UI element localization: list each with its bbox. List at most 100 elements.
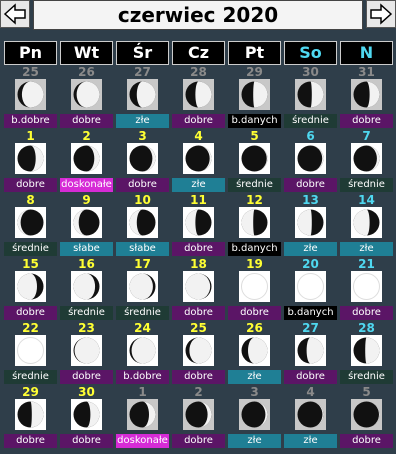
prev-month-button[interactable] [0, 0, 30, 28]
calendar-day-cell[interactable]: 13 złe [284, 194, 337, 258]
day-number: 16 [78, 257, 95, 271]
calendar-header: czerwiec 2020 [0, 0, 396, 32]
calendar-day-cell[interactable]: 22 średnie [4, 322, 57, 386]
day-number: 15 [22, 257, 39, 271]
day-number: 21 [358, 257, 375, 271]
day-rating-label: b.danych [228, 242, 281, 256]
calendar-day-cell[interactable]: 8 średnie [4, 194, 57, 258]
moon-phase-icon [183, 335, 214, 366]
day-number: 19 [246, 257, 263, 271]
calendar-day-cell[interactable]: 2 dobre [172, 386, 225, 450]
calendar-day-cell[interactable]: 31 dobre [340, 66, 393, 130]
calendar-day-cell[interactable]: 11 dobre [172, 194, 225, 258]
calendar-day-cell[interactable]: 14 złe [340, 194, 393, 258]
day-number: 2 [82, 129, 91, 143]
moon-phase-icon [295, 143, 326, 174]
calendar-day-cell[interactable]: 9 słabe [60, 194, 113, 258]
calendar-day-cell[interactable]: 12 b.danych [228, 194, 281, 258]
calendar-day-cell[interactable]: 29 b.danych [228, 66, 281, 130]
calendar-day-cell[interactable]: 17 średnie [116, 258, 169, 322]
day-rating-label: dobre [340, 114, 393, 128]
calendar-day-cell[interactable]: 27 złe [116, 66, 169, 130]
moon-phase-icon [239, 143, 270, 174]
day-number: 27 [134, 65, 151, 79]
day-number: 17 [134, 257, 151, 271]
day-rating-label: średnie [284, 114, 337, 128]
day-number: 27 [302, 321, 319, 335]
calendar-day-cell[interactable]: 5 średnie [228, 130, 281, 194]
day-number: 26 [246, 321, 263, 335]
calendar-day-cell[interactable]: 3 złe [228, 386, 281, 450]
day-number: 30 [302, 65, 319, 79]
day-rating-label: złe [228, 370, 281, 384]
calendar-day-cell[interactable]: 1 doskonałe [116, 386, 169, 450]
calendar-day-cell[interactable]: 10 słabe [116, 194, 169, 258]
calendar-day-cell[interactable]: 26 dobre [60, 66, 113, 130]
day-number: 13 [302, 193, 319, 207]
weekday-header-row: Pn Wt Śr Cz Pt So N [4, 41, 393, 65]
calendar-day-cell[interactable]: 15 dobre [4, 258, 57, 322]
day-number: 1 [26, 129, 35, 143]
day-number: 5 [362, 385, 371, 399]
moon-phase-icon [71, 79, 102, 110]
calendar-day-cell[interactable]: 1 dobre [4, 130, 57, 194]
calendar-day-cell[interactable]: 28 dobre [172, 66, 225, 130]
day-rating-label: dobre [172, 370, 225, 384]
day-number: 24 [134, 321, 151, 335]
calendar-day-cell[interactable]: 27 dobre [284, 322, 337, 386]
day-rating-label: dobre [60, 114, 113, 128]
calendar-day-cell[interactable]: 24 b.dobre [116, 322, 169, 386]
day-rating-label: b.dobre [4, 114, 57, 128]
day-rating-label: dobre [172, 306, 225, 320]
moon-phase-icon [15, 399, 46, 430]
moon-phase-icon [15, 79, 46, 110]
calendar-day-cell[interactable]: 21 dobre [340, 258, 393, 322]
calendar-day-cell[interactable]: 30 dobre [60, 386, 113, 450]
day-rating-label: dobre [284, 178, 337, 192]
moon-phase-icon [183, 271, 214, 302]
calendar-day-cell[interactable]: 23 dobre [60, 322, 113, 386]
calendar-day-cell[interactable]: 29 dobre [4, 386, 57, 450]
moon-phase-icon [15, 335, 46, 366]
day-rating-label: średnie [116, 306, 169, 320]
day-rating-label: dobre [340, 434, 393, 448]
calendar-day-cell[interactable]: 20 b.danych [284, 258, 337, 322]
moon-phase-icon [239, 271, 270, 302]
prev-arrow-icon [3, 3, 26, 25]
moon-phase-icon [127, 335, 158, 366]
day-number: 12 [246, 193, 263, 207]
calendar-day-cell[interactable]: 7 średnie [340, 130, 393, 194]
calendar-day-cell[interactable]: 4 złe [284, 386, 337, 450]
calendar-day-cell[interactable]: 5 dobre [340, 386, 393, 450]
day-rating-label: dobre [60, 434, 113, 448]
calendar-day-cell[interactable]: 18 dobre [172, 258, 225, 322]
calendar-day-cell[interactable]: 19 dobre [228, 258, 281, 322]
day-rating-label: doskonałe [60, 178, 113, 192]
calendar-day-cell[interactable]: 30 średnie [284, 66, 337, 130]
calendar-day-cell[interactable]: 25 dobre [172, 322, 225, 386]
moon-phase-icon [295, 271, 326, 302]
calendar-day-cell[interactable]: 4 złe [172, 130, 225, 194]
calendar-day-cell[interactable]: 2 doskonałe [60, 130, 113, 194]
calendar-day-cell[interactable]: 16 średnie [60, 258, 113, 322]
moon-phase-icon [127, 271, 158, 302]
moon-phase-icon [351, 271, 382, 302]
day-number: 18 [190, 257, 207, 271]
next-month-button[interactable] [366, 0, 396, 28]
day-rating-label: złe [340, 242, 393, 256]
day-rating-label: b.danych [284, 306, 337, 320]
calendar-day-cell[interactable]: 26 złe [228, 322, 281, 386]
moon-phase-icon [239, 207, 270, 238]
calendar-day-cell[interactable]: 25 b.dobre [4, 66, 57, 130]
calendar-day-cell[interactable]: 6 dobre [284, 130, 337, 194]
day-rating-label: średnie [4, 242, 57, 256]
day-rating-label: złe [172, 178, 225, 192]
day-number: 25 [22, 65, 39, 79]
moon-phase-icon [295, 207, 326, 238]
moon-phase-icon [127, 399, 158, 430]
day-number: 11 [190, 193, 207, 207]
calendar-day-cell[interactable]: 28 średnie [340, 322, 393, 386]
weekday-4: Pt [228, 41, 281, 65]
calendar-day-cell[interactable]: 3 dobre [116, 130, 169, 194]
moon-phase-icon [127, 143, 158, 174]
